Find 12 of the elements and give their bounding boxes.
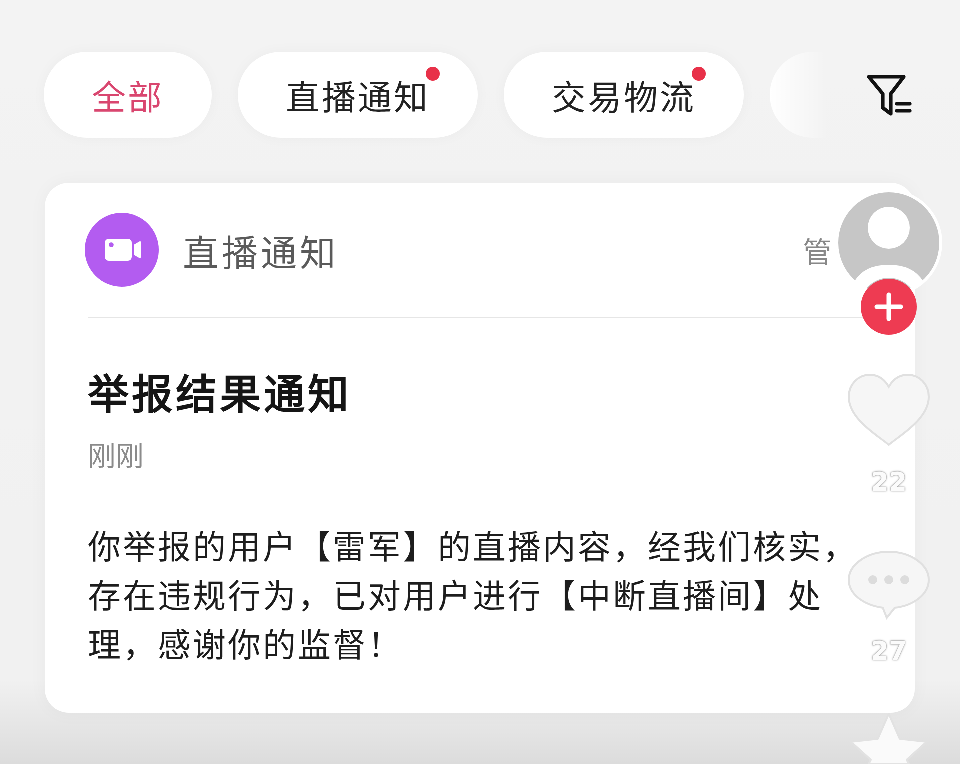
plus-icon[interactable] [861,279,917,335]
notification-time: 刚刚 [88,439,145,475]
tab[interactable]: 直播通知 [238,52,478,138]
comment-count: 27 [870,637,908,667]
manage-link[interactable]: 管 [803,229,832,271]
tab[interactable]: 交易物流 [504,52,744,138]
video-camera-icon [85,213,159,287]
notification-body: 你举报的用户【雷军】的直播内容，经我们核实，存在违规行为，已对用户进行【中断直播间】处理，感谢你的监督！ [88,527,859,667]
category-title: 直播通知 [183,233,339,276]
notification-title: 举报结果通知 [88,370,353,421]
tab[interactable]: 全部 [44,52,212,138]
like-count: 22 [870,468,908,498]
